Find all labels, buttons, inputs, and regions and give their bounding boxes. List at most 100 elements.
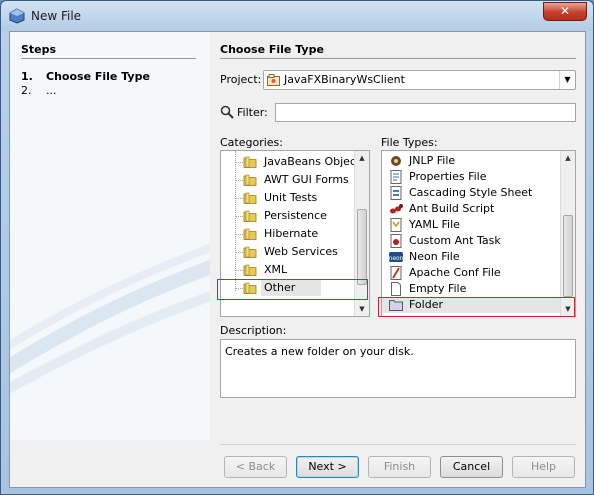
filter-label: Filter: [237, 106, 268, 119]
folder-icon [243, 173, 257, 187]
empty-file-icon [388, 281, 404, 297]
file-type-label: Empty File [409, 282, 467, 295]
file-type-label: Apache Conf File [409, 266, 501, 279]
description-text: Creates a new folder on your disk. [225, 345, 414, 358]
category-label: Web Services [264, 245, 338, 258]
category-label: Persistence [264, 209, 327, 222]
dialog-body: Steps 1. Choose File Type 2.... Choose Fi… [9, 31, 586, 488]
file-types-label: File Types: [381, 136, 438, 149]
step-number: 2. [21, 84, 32, 97]
steps-divider [21, 58, 196, 59]
tree-connector [235, 252, 243, 253]
back-button[interactable]: < Back [224, 456, 287, 478]
step-label: Choose File Type [46, 70, 150, 83]
help-button[interactable]: Help [512, 456, 575, 478]
category-label: AWT GUI Forms [264, 173, 349, 186]
file-type-item[interactable]: neon Neon File [382, 249, 560, 265]
svg-text:neon: neon [389, 255, 404, 262]
file-type-item[interactable]: Cascading Style Sheet [382, 185, 560, 201]
tree-connector [235, 234, 243, 235]
tree-connector [235, 180, 243, 181]
category-item[interactable]: Persistence [221, 207, 354, 225]
yaml-file-icon [388, 217, 404, 233]
folder-icon [243, 227, 257, 241]
folder-icon [243, 263, 257, 277]
scroll-up-icon[interactable]: ▲ [561, 151, 575, 165]
file-type-label: JNLP File [409, 154, 456, 167]
button-bar-divider [220, 444, 576, 445]
category-label: JavaBeans Object [264, 155, 361, 168]
css-file-icon [388, 185, 404, 201]
project-label: Project: [220, 73, 262, 86]
properties-file-icon [388, 169, 404, 185]
category-item[interactable]: XML [221, 261, 354, 279]
project-select[interactable]: JavaFXBinaryWsClient ▼ [263, 70, 576, 90]
selected-file-type-highlight [378, 297, 575, 317]
step-label: ... [46, 84, 57, 97]
file-type-item[interactable]: Custom Ant Task [382, 233, 560, 249]
description-label: Description: [220, 324, 287, 337]
description-box: Creates a new folder on your disk. [220, 339, 576, 398]
title-bar[interactable]: New File ✕ [1, 1, 593, 31]
folder-icon [243, 245, 257, 259]
category-item[interactable]: Hibernate [221, 225, 354, 243]
selected-category-highlight [217, 279, 368, 300]
step-item-2: 2.... [21, 84, 57, 97]
window-title: New File [31, 9, 82, 23]
steps-panel: Steps 1. Choose File Type 2.... [10, 32, 210, 440]
tree-connector [235, 270, 243, 271]
category-item[interactable]: Web Services [221, 243, 354, 261]
file-type-item[interactable]: Apache Conf File [382, 265, 560, 281]
next-button[interactable]: Next > [296, 456, 359, 478]
ant-icon [388, 201, 404, 217]
decorative-stripes [10, 243, 210, 394]
scroll-thumb[interactable] [357, 209, 367, 285]
neon-file-icon: neon [388, 249, 404, 265]
chevron-down-icon[interactable]: ▼ [559, 71, 575, 89]
folder-icon [243, 155, 257, 169]
scroll-down-icon[interactable]: ▼ [355, 302, 369, 316]
tree-connector [235, 198, 243, 199]
tree-connector [235, 216, 243, 217]
file-type-label: YAML File [409, 218, 460, 231]
file-type-item[interactable]: YAML File [382, 217, 560, 233]
categories-label: Categories: [220, 136, 283, 149]
file-type-label: Custom Ant Task [409, 234, 501, 247]
steps-title: Steps [21, 43, 57, 56]
step-item-1: 1. Choose File Type [21, 70, 150, 83]
folder-icon [243, 191, 257, 205]
file-type-label: Ant Build Script [409, 202, 495, 215]
page-title: Choose File Type [220, 43, 324, 56]
apache-conf-icon [388, 265, 404, 281]
category-item[interactable]: JavaBeans Object [221, 153, 360, 171]
title-divider [220, 58, 576, 59]
category-item[interactable]: AWT GUI Forms [221, 171, 354, 189]
file-type-label: Properties File [409, 170, 487, 183]
file-type-item[interactable]: Empty File [382, 281, 560, 297]
cancel-button[interactable]: Cancel [440, 456, 503, 478]
file-type-item[interactable]: JNLP File [382, 153, 560, 169]
search-icon [220, 105, 234, 119]
step-number: 1. [21, 70, 33, 83]
category-label: Unit Tests [264, 191, 318, 204]
filter-input[interactable] [275, 103, 576, 122]
file-type-item[interactable]: Ant Build Script [382, 201, 560, 217]
scroll-thumb[interactable] [563, 215, 573, 297]
folder-icon [243, 209, 257, 223]
project-icon [267, 74, 280, 86]
jnlp-icon [388, 153, 404, 169]
close-button[interactable]: ✕ [543, 2, 587, 21]
custom-ant-task-icon [388, 233, 404, 249]
category-label: XML [264, 263, 288, 276]
file-type-label: Cascading Style Sheet [409, 186, 533, 199]
tree-connector [235, 162, 243, 163]
file-types-scrollbar[interactable]: ▲ ▼ [560, 151, 575, 316]
project-select-value: JavaFXBinaryWsClient [284, 73, 405, 86]
new-file-dialog: New File ✕ Steps 1. Choose File Type 2...… [0, 0, 594, 495]
finish-button[interactable]: Finish [368, 456, 431, 478]
category-item[interactable]: Unit Tests [221, 189, 354, 207]
file-types-list[interactable]: JNLP File Properties File Cascading Style … [381, 150, 576, 317]
scroll-up-icon[interactable]: ▲ [355, 151, 369, 165]
netbeans-app-icon [9, 8, 25, 24]
file-type-item[interactable]: Properties File [382, 169, 560, 185]
